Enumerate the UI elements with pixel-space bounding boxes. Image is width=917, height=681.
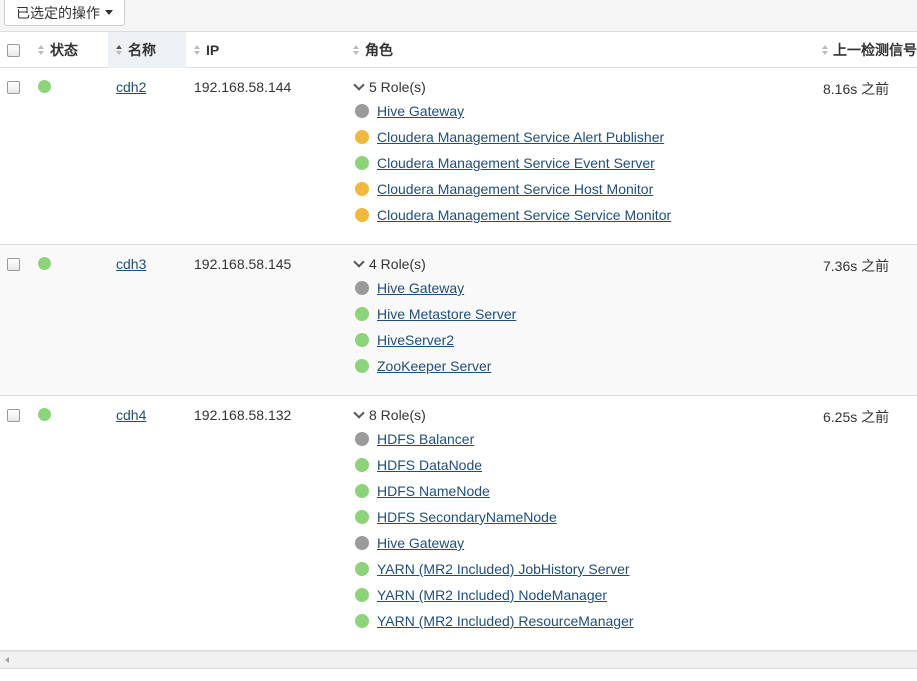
role-link[interactable]: Cloudera Management Service Service Moni…	[377, 207, 671, 223]
selected-actions-dropdown[interactable]: 已选定的操作	[4, 0, 125, 26]
column-header-last-heartbeat[interactable]: 上一检测信号	[822, 32, 917, 68]
role-status-icon	[355, 588, 369, 602]
host-ip: 192.168.58.145	[194, 256, 292, 272]
role-status-icon	[355, 614, 369, 628]
chevron-down-icon	[353, 79, 365, 91]
role-link[interactable]: HDFS Balancer	[377, 431, 474, 447]
role-status-icon	[355, 458, 369, 472]
role-status-icon	[355, 156, 369, 170]
host-ip: 192.168.58.132	[194, 407, 292, 423]
host-name-link[interactable]: cdh2	[116, 79, 146, 95]
column-header-roles[interactable]: 角色	[353, 32, 653, 68]
row-checkbox[interactable]	[7, 81, 20, 94]
column-header-ip[interactable]: IP	[194, 32, 344, 68]
host-ip: 192.168.58.144	[194, 79, 292, 95]
last-heartbeat: 7.36s 之前	[823, 258, 890, 274]
column-label-roles: 角色	[365, 42, 393, 58]
role-link[interactable]: Cloudera Management Service Alert Publis…	[377, 129, 664, 145]
last-heartbeat: 6.25s 之前	[823, 409, 890, 425]
caret-down-icon	[105, 10, 113, 15]
sort-icon	[38, 45, 44, 55]
column-label-name: 名称	[128, 42, 156, 58]
role-status-icon	[355, 130, 369, 144]
role-status-icon	[355, 562, 369, 576]
column-label-last-heartbeat: 上一检测信号	[833, 42, 917, 58]
toolbar: 已选定的操作	[0, 0, 917, 31]
roles-count-label: 8 Role(s)	[369, 407, 426, 423]
column-header-status[interactable]: 状态	[38, 32, 108, 68]
row-checkbox[interactable]	[7, 409, 20, 422]
column-header-name[interactable]: 名称	[108, 32, 186, 68]
role-link[interactable]: HDFS NameNode	[377, 483, 490, 499]
roles-count-label: 5 Role(s)	[369, 79, 426, 95]
role-link[interactable]: YARN (MR2 Included) NodeManager	[377, 587, 607, 603]
horizontal-scrollbar[interactable]	[0, 651, 917, 668]
role-link[interactable]: ZooKeeper Server	[377, 358, 491, 374]
role-status-icon	[355, 510, 369, 524]
chevron-down-icon	[353, 256, 365, 268]
sort-icon	[353, 45, 359, 55]
role-status-icon	[355, 208, 369, 222]
roles-toggle[interactable]: 5 Role(s)	[353, 79, 426, 95]
sort-ascending-icon	[116, 45, 122, 55]
role-link[interactable]: Hive Gateway	[377, 103, 464, 119]
role-status-icon	[355, 104, 369, 118]
role-status-icon	[355, 307, 369, 321]
role-link[interactable]: HiveServer2	[377, 332, 454, 348]
role-link[interactable]: Hive Metastore Server	[377, 306, 516, 322]
role-link[interactable]: YARN (MR2 Included) JobHistory Server	[377, 561, 630, 577]
role-status-icon	[355, 182, 369, 196]
selected-actions-label: 已选定的操作	[16, 4, 100, 21]
role-link[interactable]: YARN (MR2 Included) ResourceManager	[377, 613, 634, 629]
table-row: cdh2 192.168.58.144 5 Role(s) Hive Gateway C…	[0, 68, 917, 245]
role-status-icon	[355, 359, 369, 373]
row-checkbox[interactable]	[7, 258, 20, 271]
sort-icon	[822, 45, 828, 55]
column-label-ip: IP	[206, 42, 220, 58]
host-status-icon	[38, 257, 51, 270]
role-status-icon	[355, 484, 369, 498]
column-label-status: 状态	[50, 42, 78, 58]
role-link[interactable]: Cloudera Management Service Event Server	[377, 155, 655, 171]
role-status-icon	[355, 536, 369, 550]
role-link[interactable]: HDFS DataNode	[377, 457, 482, 473]
roles-toggle[interactable]: 8 Role(s)	[353, 407, 426, 423]
host-name-link[interactable]: cdh4	[116, 407, 146, 423]
select-all-checkbox[interactable]	[7, 44, 20, 57]
role-link[interactable]: HDFS SecondaryNameNode	[377, 509, 557, 525]
role-status-icon	[355, 281, 369, 295]
role-status-icon	[355, 432, 369, 446]
table-footer-border	[0, 668, 917, 681]
host-status-icon	[38, 408, 51, 421]
role-link[interactable]: Hive Gateway	[377, 535, 464, 551]
sort-icon	[194, 45, 200, 55]
table-header: 状态 名称 IP 角色 上一检测信号	[0, 31, 917, 68]
host-name-link[interactable]: cdh3	[116, 256, 146, 272]
table-row: cdh4 192.168.58.132 8 Role(s) HDFS Balancer…	[0, 396, 917, 651]
role-link[interactable]: Cloudera Management Service Host Monitor	[377, 181, 653, 197]
host-status-icon	[38, 80, 51, 93]
role-status-icon	[355, 333, 369, 347]
scroll-left-arrow-icon[interactable]	[5, 657, 9, 663]
last-heartbeat: 8.16s 之前	[823, 81, 890, 97]
roles-toggle[interactable]: 4 Role(s)	[353, 256, 426, 272]
table-row: cdh3 192.168.58.145 4 Role(s) Hive Gateway H…	[0, 245, 917, 396]
role-link[interactable]: Hive Gateway	[377, 280, 464, 296]
roles-count-label: 4 Role(s)	[369, 256, 426, 272]
chevron-down-icon	[353, 407, 365, 419]
